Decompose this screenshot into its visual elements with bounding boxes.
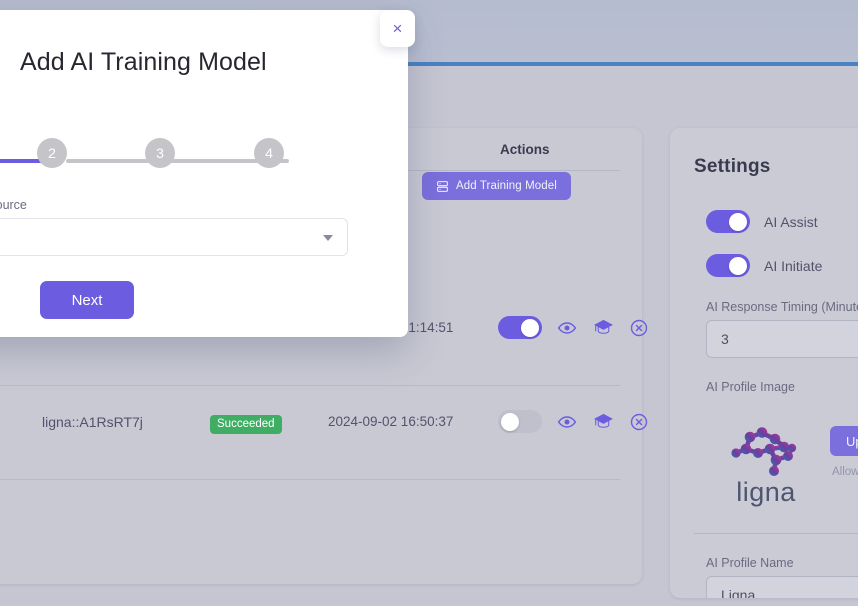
- next-label: Next: [71, 291, 103, 309]
- add-training-model-button[interactable]: Add Training Model: [422, 172, 571, 200]
- row-actions: [498, 316, 650, 339]
- step-3-label: 3: [156, 145, 164, 161]
- ai-assist-toggle[interactable]: [706, 210, 750, 233]
- ai-profile-image-label: AI Profile Image: [706, 380, 795, 394]
- add-training-model-label: Add Training Model: [456, 180, 557, 192]
- ai-profile-image: ligna: [720, 423, 812, 517]
- server-stack-icon: [436, 180, 449, 193]
- step-3[interactable]: 3: [145, 138, 175, 168]
- modal-title: Add AI Training Model: [20, 48, 267, 76]
- setting-ai-initiate[interactable]: AI Initiate: [706, 254, 822, 277]
- x-circle-icon[interactable]: [628, 411, 650, 433]
- ai-response-timing-label: AI Response Timing (Minutes): [706, 300, 858, 314]
- settings-card: Settings AI Assist AI Initiate AI Respon…: [670, 128, 858, 598]
- toggle-knob: [501, 412, 519, 431]
- settings-divider: [694, 533, 858, 534]
- upload-hint: Allowed file types: png, jpg, jpeg.: [832, 466, 858, 478]
- eye-icon[interactable]: [556, 411, 578, 433]
- close-icon[interactable]: ×: [380, 10, 415, 47]
- step-2[interactable]: 2: [37, 138, 67, 168]
- table-row[interactable]: ligna::A1RsRT7j Succeeded 2024-09-02 16:…: [0, 386, 702, 480]
- row-enabled-toggle[interactable]: [498, 410, 542, 433]
- ai-profile-name-value: Ligna: [721, 587, 756, 598]
- row-enabled-toggle[interactable]: [498, 316, 542, 339]
- ai-profile-name-label: AI Profile Name: [706, 556, 794, 570]
- row-divider: [0, 479, 620, 480]
- ligna-logo-wordmark: ligna: [736, 477, 796, 507]
- eye-icon[interactable]: [556, 317, 578, 339]
- ai-profile-name-input[interactable]: Ligna: [706, 576, 858, 598]
- ai-source-label: AI Source: [0, 198, 27, 212]
- ai-initiate-toggle[interactable]: [706, 254, 750, 277]
- toggle-knob: [729, 212, 747, 231]
- next-button[interactable]: Next: [40, 281, 134, 319]
- row-created: 2024-09-02 16:50:37: [328, 414, 454, 429]
- settings-title: Settings: [694, 156, 771, 177]
- row-status: Succeeded: [210, 414, 282, 435]
- setting-ai-assist[interactable]: AI Assist: [706, 210, 818, 233]
- status-badge: Succeeded: [210, 415, 282, 435]
- x-circle-icon[interactable]: [628, 317, 650, 339]
- step-2-label: 2: [48, 145, 56, 161]
- row-name: ligna::A1RsRT7j: [42, 414, 143, 430]
- table-header-actions: Actions: [500, 142, 550, 157]
- app-root: Add Training Model Actions ligna::bSDDaP…: [0, 0, 858, 606]
- toggle-knob: [729, 256, 747, 275]
- ai-response-timing-value: 3: [721, 331, 729, 347]
- row-actions: [498, 410, 650, 433]
- upload-image-label: Upload: [846, 433, 858, 449]
- ai-response-timing-input[interactable]: 3: [706, 320, 858, 358]
- upload-image-button[interactable]: Upload: [830, 426, 858, 456]
- graduation-cap-icon[interactable]: [592, 411, 614, 433]
- chevron-down-icon: [323, 235, 333, 241]
- ligna-logo-icon: [731, 427, 797, 476]
- toggle-knob: [521, 318, 539, 337]
- step-4-label: 4: [265, 145, 273, 161]
- step-4[interactable]: 4: [254, 138, 284, 168]
- wizard-stepper: 2 3 4: [0, 138, 408, 184]
- ai-assist-label: AI Assist: [764, 213, 818, 230]
- ai-initiate-label: AI Initiate: [764, 257, 823, 274]
- add-ai-training-model-modal: Add AI Training Model 2 3 4 AI Source Se…: [0, 10, 408, 337]
- graduation-cap-icon[interactable]: [592, 317, 614, 339]
- ai-source-select[interactable]: Select AI Source...: [0, 218, 348, 256]
- close-glyph: ×: [392, 19, 403, 38]
